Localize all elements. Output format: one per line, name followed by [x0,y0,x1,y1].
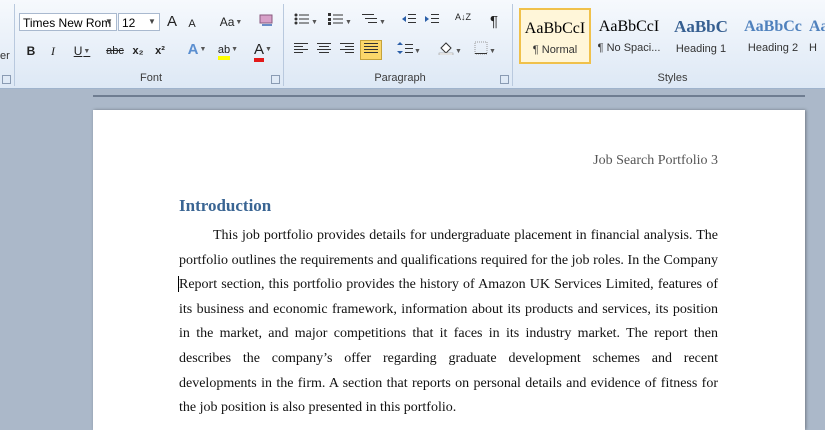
font-group-label: Font [139,72,162,84]
paragraph-dialog-launcher-icon[interactable] [500,75,509,84]
shrink-font-button[interactable]: A [184,14,200,34]
body-paragraph[interactable]: This job portfolio provides details for … [179,224,718,421]
bullet-list-icon [294,13,310,25]
clipboard-dialog-launcher-icon[interactable] [2,75,11,84]
align-left-icon [294,43,308,53]
highlight-button[interactable]: ab▼ [213,40,243,60]
paint-bucket-icon [438,42,454,56]
strikethrough-button[interactable]: abc [103,41,127,61]
style-sample: AaBbC [674,17,728,36]
group-separator [512,4,513,86]
clear-formatting-button[interactable] [257,12,277,32]
superscript-button[interactable]: x² [151,41,169,61]
align-center-icon [317,43,331,53]
chevron-down-icon[interactable]: ▼ [102,14,116,30]
decrease-indent-button[interactable] [399,12,419,32]
ribbon: er Times New Rom ▼ 12 ▼ A A Aa▼ B I U▼ a… [0,0,825,89]
style-next[interactable]: Aa H [809,8,825,64]
page-top-edge [93,95,805,97]
font-size-value: 12 [122,16,136,30]
text-effects-button[interactable]: A▼ [183,40,211,60]
font-name-box[interactable]: Times New Rom ▼ [19,13,117,31]
paragraph-group-label: Paragraph [374,72,426,84]
align-left-button[interactable] [291,41,311,61]
borders-button[interactable]: ▼ [470,41,500,61]
multilevel-list-icon [362,14,378,23]
align-right-button[interactable] [337,41,357,61]
style-name: Heading 2 [747,42,799,54]
group-separator [283,4,284,86]
group-separator [14,4,15,86]
bold-button[interactable]: B [22,41,40,61]
italic-button[interactable]: I [44,41,62,61]
numbering-button[interactable]: ▼ [325,12,355,32]
document-page[interactable]: Job Search Portfolio 3 Introduction This… [93,110,805,430]
font-dialog-launcher-icon[interactable] [271,75,280,84]
bullets-button[interactable]: ▼ [291,12,321,32]
change-case-button[interactable]: Aa▼ [217,12,245,32]
style-name: H [809,42,817,54]
multilevel-list-button[interactable]: ▼ [359,12,389,32]
justify-icon [364,43,378,53]
style-sample: AaBbCcI [524,20,586,37]
style-no-spacing[interactable]: AaBbCcI ¶ No Spaci... [593,8,665,64]
increase-indent-icon [425,14,439,23]
style-name: ¶ Normal [532,44,578,56]
eraser-icon [259,14,273,26]
shading-button[interactable]: ▼ [435,41,465,61]
sort-button[interactable]: A↓Z [452,12,474,32]
font-color-button[interactable]: A▼ [248,40,278,62]
style-sample: AaBbCcI [598,18,660,35]
style-name: Heading 1 [675,43,727,55]
align-right-icon [340,43,354,53]
style-heading-2[interactable]: AaBbCc Heading 2 [737,8,809,64]
underline-button[interactable]: U▼ [64,41,100,61]
font-size-box[interactable]: 12 ▼ [118,13,160,31]
increase-indent-button[interactable] [422,12,442,32]
clipboard-group-stub: er [0,50,10,62]
style-normal[interactable]: AaBbCcI ¶ Normal [519,8,591,64]
font-name-value: Times New Rom [23,16,112,30]
line-spacing-button[interactable]: ▼ [394,41,424,61]
styles-gallery[interactable]: AaBbCcI ¶ Normal AaBbCcI ¶ No Spaci... A… [519,8,825,66]
grow-font-button[interactable]: A [164,12,180,32]
style-sample: Aa [809,18,825,35]
pilcrow-icon: ¶ [489,13,499,30]
section-heading: Introduction [179,196,272,215]
style-heading-1[interactable]: AaBbC Heading 1 [665,8,737,64]
styles-group-label: Styles [657,72,688,84]
decrease-indent-icon [402,14,416,23]
style-sample: AaBbCc [744,18,802,35]
subscript-button[interactable]: x₂ [129,41,147,61]
sort-icon: A↓Z [454,12,471,22]
page-header: Job Search Portfolio 3 [593,153,718,168]
chevron-down-icon[interactable]: ▼ [145,14,159,30]
show-formatting-button[interactable]: ¶ [484,12,504,32]
align-center-button[interactable] [314,41,334,61]
border-icon [474,41,488,55]
style-name: ¶ No Spaci... [597,42,661,54]
line-spacing-icon [397,42,414,54]
justify-button[interactable] [360,40,382,60]
numbered-list-icon [328,13,344,25]
